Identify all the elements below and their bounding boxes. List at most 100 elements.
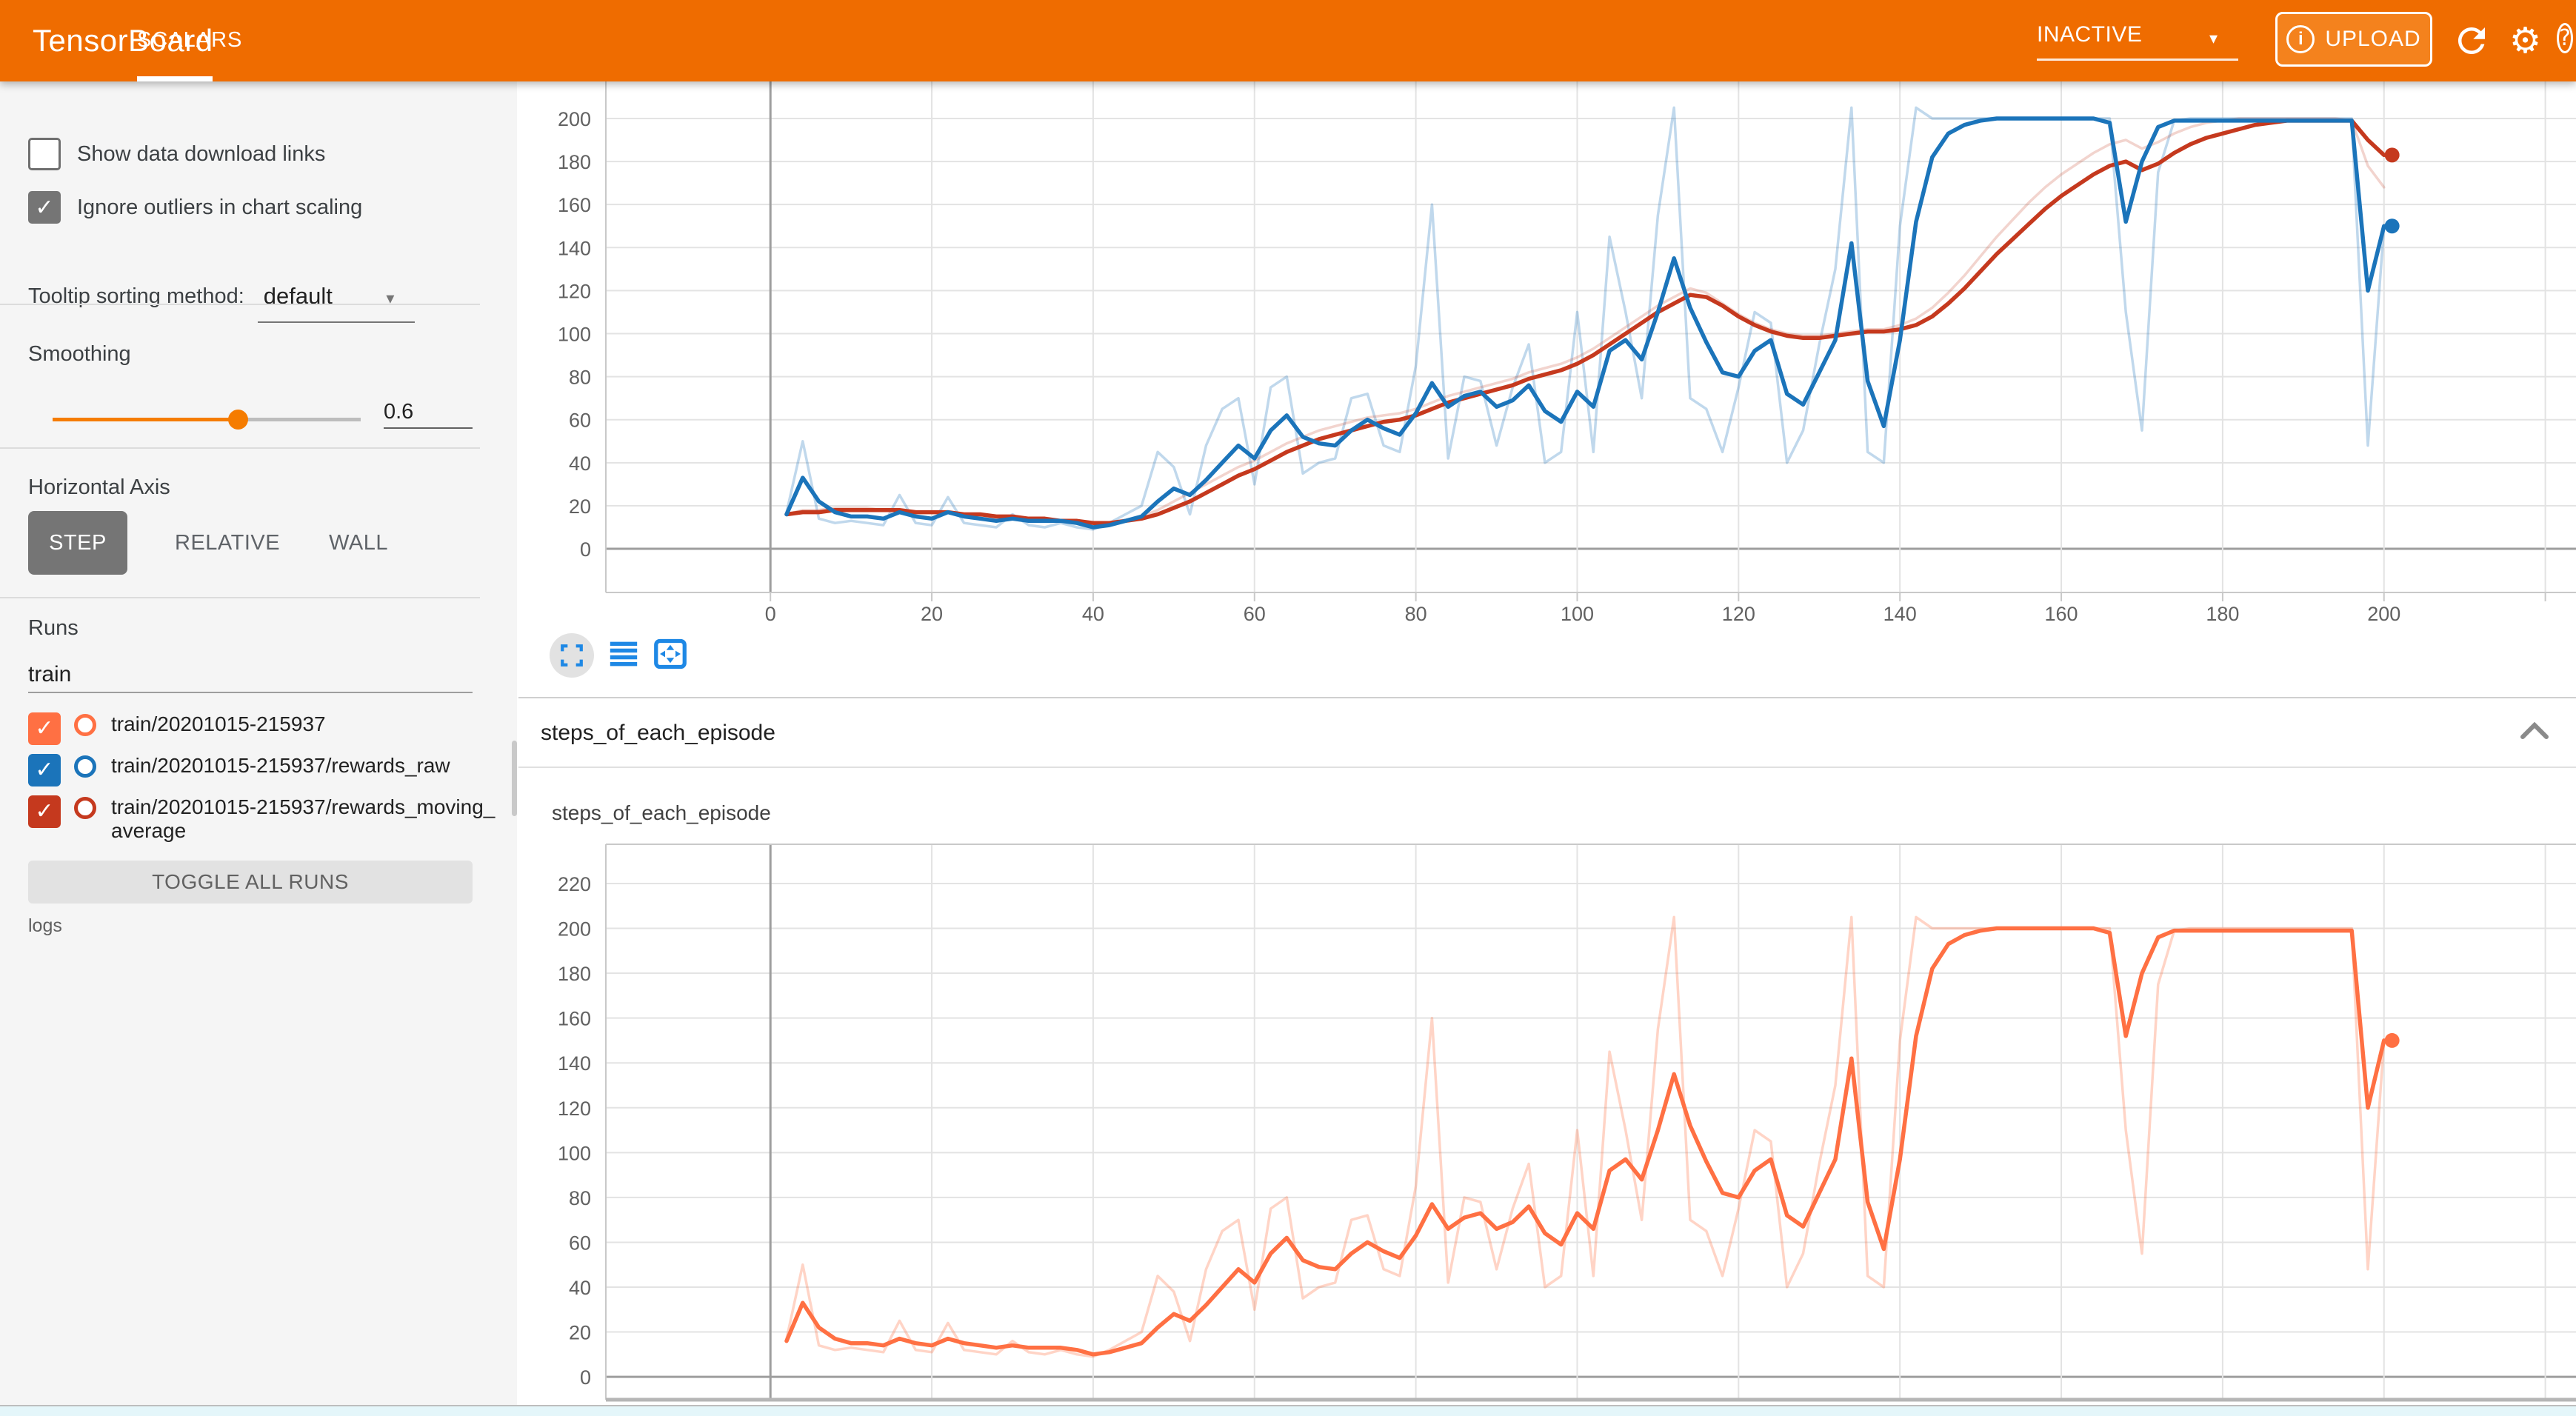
svg-text:60: 60: [569, 410, 591, 432]
caret-down-icon: ▾: [386, 290, 394, 308]
svg-text:100: 100: [1561, 603, 1594, 625]
run-checkbox[interactable]: ✓: [28, 712, 61, 745]
sidebar-scrollbar-thumb[interactable]: [512, 741, 517, 816]
chart-title: steps_of_each_episode: [552, 801, 771, 825]
svg-text:80: 80: [1405, 603, 1427, 625]
runs-footer-logs: logs: [28, 915, 62, 937]
run-checkbox[interactable]: ✓: [28, 795, 61, 828]
slider-fill: [53, 418, 238, 421]
card-divider: [518, 697, 2576, 698]
smoothing-label: Smoothing: [28, 342, 131, 367]
steps-chart-plot[interactable]: 020406080100120140160180200220: [518, 841, 2576, 1416]
svg-text:140: 140: [558, 1052, 591, 1075]
run-checkbox[interactable]: ✓: [28, 754, 61, 787]
run-color-circle: [74, 755, 96, 778]
run-color-circle: [74, 797, 96, 819]
svg-text:60: 60: [1244, 603, 1266, 625]
svg-text:160: 160: [558, 194, 591, 216]
svg-text:180: 180: [2206, 603, 2239, 625]
run-row[interactable]: ✓ train/20201015-215937/rewards_moving_av…: [28, 795, 502, 843]
run-color-circle: [74, 714, 96, 736]
ignore-outliers-row[interactable]: ✓ Ignore outliers in chart scaling: [28, 191, 362, 224]
svg-text:120: 120: [558, 1098, 591, 1120]
svg-text:200: 200: [558, 108, 591, 130]
refresh-icon[interactable]: [2452, 21, 2492, 61]
divider: [0, 597, 480, 598]
svg-text:0: 0: [765, 603, 776, 625]
svg-text:0: 0: [580, 538, 591, 561]
svg-text:200: 200: [2367, 603, 2400, 625]
app-header: TensorBoard SCALARS INACTIVE ▾ i UPLOAD …: [0, 0, 2576, 81]
help-icon[interactable]: ?: [2557, 22, 2576, 59]
section-steps-of-each-episode[interactable]: steps_of_each_episode: [518, 700, 2576, 768]
smoothing-value-field[interactable]: [384, 400, 473, 429]
axis-button-step[interactable]: STEP: [28, 511, 127, 575]
svg-text:100: 100: [558, 323, 591, 345]
svg-text:140: 140: [558, 237, 591, 259]
axis-button-relative[interactable]: RELATIVE: [175, 531, 280, 555]
divider: [0, 447, 480, 449]
svg-text:140: 140: [1883, 603, 1917, 625]
toggle-all-runs-button[interactable]: TOGGLE ALL RUNS: [28, 861, 473, 904]
show-download-links-row[interactable]: Show data download links: [28, 138, 325, 170]
section-title: steps_of_each_episode: [541, 721, 775, 746]
svg-text:0: 0: [580, 1366, 591, 1389]
bottom-scroll-strip[interactable]: [0, 1405, 2576, 1416]
svg-text:80: 80: [569, 367, 591, 389]
pan-zoom-icon[interactable]: [653, 638, 687, 673]
show-download-links-checkbox[interactable]: [28, 138, 61, 170]
upload-button[interactable]: i UPLOAD: [2275, 12, 2432, 67]
ignore-outliers-label: Ignore outliers in chart scaling: [77, 196, 362, 220]
svg-text:20: 20: [921, 603, 943, 625]
smoothing-value-input[interactable]: [384, 400, 455, 424]
svg-text:120: 120: [558, 280, 591, 302]
svg-text:100: 100: [558, 1142, 591, 1164]
svg-text:20: 20: [569, 1322, 591, 1344]
svg-text:180: 180: [558, 963, 591, 985]
run-row[interactable]: ✓train/20201015-215937: [28, 712, 502, 745]
axis-button-wall[interactable]: WALL: [329, 531, 388, 555]
svg-text:160: 160: [2045, 603, 2078, 625]
svg-text:120: 120: [1722, 603, 1755, 625]
tab-scalars-label: SCALARS: [137, 28, 213, 53]
rewards-chart-plot[interactable]: 0 20 40 60 80 100 120 140 160 180 200 0 20 40 60 80 100 1…: [518, 81, 2576, 633]
divider: [0, 304, 480, 305]
smoothing-value-underline: [384, 427, 473, 429]
slider-thumb[interactable]: [228, 410, 248, 430]
status-value: INACTIVE: [2037, 22, 2142, 47]
run-label: train/20201015-215937/rewards_moving_ave…: [111, 795, 496, 843]
run-row[interactable]: ✓ train/20201015-215937/rewards_raw: [28, 754, 502, 787]
data-table-icon[interactable]: [607, 639, 640, 672]
caret-down-icon: ▾: [2209, 30, 2218, 48]
tab-scalars[interactable]: SCALARS: [137, 0, 213, 81]
svg-text:40: 40: [569, 1277, 591, 1299]
smoothing-slider[interactable]: [53, 400, 361, 438]
svg-text:40: 40: [569, 452, 591, 475]
tab-active-underline: [137, 76, 213, 81]
svg-text:200: 200: [558, 918, 591, 941]
svg-text:60: 60: [569, 1232, 591, 1254]
chevron-up-icon[interactable]: [2520, 722, 2549, 744]
svg-text:180: 180: [558, 151, 591, 173]
runs-filter-input[interactable]: [28, 658, 473, 693]
info-icon: i: [2286, 25, 2315, 53]
fullscreen-icon[interactable]: [550, 633, 594, 678]
tooltip-sorting-select[interactable]: default ▾: [264, 283, 395, 310]
show-download-links-label: Show data download links: [77, 142, 325, 167]
runs-label: Runs: [28, 616, 79, 641]
svg-text:80: 80: [569, 1187, 591, 1209]
status-dropdown[interactable]: INACTIVE ▾: [2037, 22, 2238, 59]
chart-toolbar: [550, 633, 687, 678]
svg-text:20: 20: [569, 495, 591, 518]
ignore-outliers-checkbox[interactable]: ✓: [28, 191, 61, 224]
horizontal-axis-buttons: STEP RELATIVE WALL: [28, 511, 388, 575]
horizontal-axis-label: Horizontal Axis: [28, 475, 170, 500]
tooltip-sorting-row: Tooltip sorting method: default ▾: [28, 283, 394, 310]
svg-text:160: 160: [558, 1008, 591, 1030]
upload-button-label: UPLOAD: [2325, 27, 2420, 52]
gear-icon[interactable]: ⚙: [2509, 21, 2549, 61]
svg-text:40: 40: [1082, 603, 1104, 625]
run-label: train/20201015-215937/rewards_raw: [111, 754, 496, 778]
tooltip-sorting-underline: [258, 321, 415, 323]
status-dropdown-underline: [2037, 59, 2238, 61]
